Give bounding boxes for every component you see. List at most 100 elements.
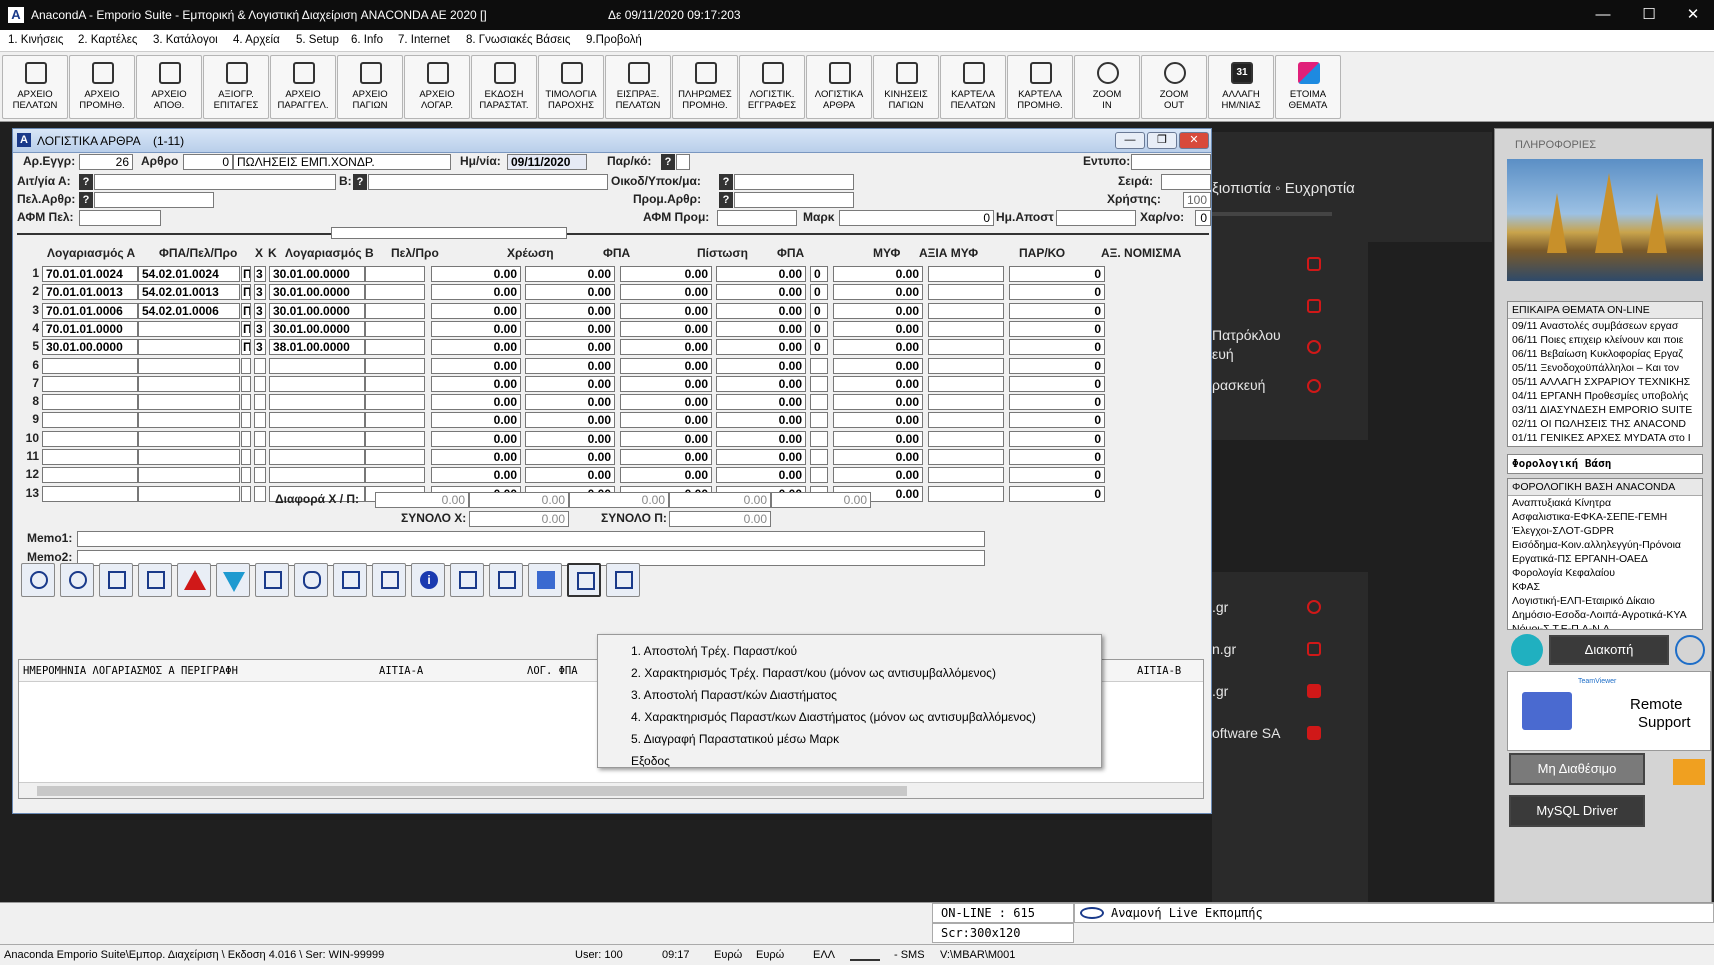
grid-cell-fpa2[interactable]: 0.00: [716, 394, 806, 411]
grid-cell-credit[interactable]: 0.00: [620, 357, 712, 374]
grid-cell-accb[interactable]: [269, 357, 365, 374]
toolbar-button-zoom-out[interactable]: ZOOM OUT: [1141, 55, 1207, 119]
aitia-b-field[interactable]: [368, 174, 608, 190]
grid-cell-fpa2[interactable]: 0.00: [716, 302, 806, 319]
grid-cell-fpa[interactable]: [138, 320, 240, 337]
memo1-field[interactable]: [77, 531, 985, 547]
grid-cell-k[interactable]: [254, 467, 266, 484]
toolbar-button-logistik-eggrafes[interactable]: ΛΟΓΙΣΤΙΚ. ΕΓΓΡΑΦΕΣ: [739, 55, 805, 119]
menu-provoli[interactable]: 9.Προβολή: [586, 34, 642, 46]
menu-setup[interactable]: 5. Setup: [296, 34, 339, 46]
parko-lookup-icon[interactable]: ?: [661, 154, 675, 170]
menu-katalogoi[interactable]: 3. Κατάλογοι: [153, 34, 218, 46]
toolbar-button-timologia-parochis[interactable]: ΤΙΜΟΛΟΓΙΑ ΠΑΡΟΧΗΣ: [538, 55, 604, 119]
grid-cell-fpa2[interactable]: 0.00: [716, 266, 806, 282]
grid-cell-axia[interactable]: 0.00: [833, 449, 923, 465]
grid-cell-credit[interactable]: 0.00: [620, 266, 712, 282]
grid-cell-x[interactable]: [241, 467, 251, 484]
grid-cell-credit[interactable]: 0.00: [620, 449, 712, 465]
grid-cell-pel[interactable]: [365, 302, 425, 319]
parko-field[interactable]: [676, 154, 690, 170]
menu-gnosiakes[interactable]: 8. Γνωσιακές Βάσεις: [466, 34, 570, 46]
grid-cell-fpa2[interactable]: 0.00: [716, 284, 806, 301]
grid-cell-fpa1[interactable]: 0.00: [525, 394, 615, 411]
toolbar-button-kiniseis-pagion[interactable]: ΚΙΝΗΣΕΙΣ ΠΑΓΙΩΝ: [873, 55, 939, 119]
grid-cell-debit[interactable]: 0.00: [431, 339, 521, 356]
grid-cell-k[interactable]: [254, 449, 266, 465]
grid-cell-myf[interactable]: [810, 375, 828, 392]
grid-cell-x[interactable]: Π: [241, 302, 251, 319]
grid-cell-fpa[interactable]: 54.02.01.0013: [138, 284, 240, 301]
mail-icon[interactable]: [1307, 642, 1321, 656]
news-item[interactable]: 09/11 Αναστολές συμβάσεων εργασ: [1508, 319, 1702, 333]
tax-item[interactable]: Δημόσιο-Εσοδα-Λοιπά-Αγροτικά-ΚΥΑ: [1508, 608, 1702, 622]
refresh-icon[interactable]: [1511, 634, 1543, 666]
first-record-button[interactable]: [21, 563, 55, 597]
toolbar-button-arxeio-promith[interactable]: ΑΡΧΕΙΟ ΠΡΟΜΗΘ.: [69, 55, 135, 119]
globe-icon[interactable]: [1675, 635, 1705, 665]
grid-cell-acca[interactable]: 70.01.01.0006: [42, 302, 138, 319]
date-field[interactable]: 09/11/2020: [507, 154, 587, 170]
grid-cell-pel[interactable]: [365, 375, 425, 392]
scrollbar-thumb[interactable]: [37, 786, 907, 796]
grid-cell-k[interactable]: [254, 375, 266, 392]
prom-arthr-field[interactable]: [734, 192, 854, 208]
grid-cell-pel[interactable]: [365, 339, 425, 356]
tax-item[interactable]: Εργατικά-ΠΣ ΕΡΓΑΝΗ-ΟΑΕΔ: [1508, 552, 1702, 566]
im-apost-field[interactable]: [1056, 210, 1136, 226]
mydata-extra-button[interactable]: [606, 563, 640, 597]
tax-item[interactable]: Νόμοι-Σ.Τ.Ε-Π.Δ-Ν.Δ.: [1508, 622, 1702, 629]
grid-cell-axia[interactable]: 0.00: [833, 284, 923, 301]
news-item[interactable]: 02/11 ΟΙ ΠΩΛΗΣΕΙΣ ΤΗΣ ANACOND: [1508, 417, 1702, 431]
grid-cell-debit[interactable]: 0.00: [431, 449, 521, 465]
grid-cell-fpa[interactable]: [138, 430, 240, 447]
search-button[interactable]: [294, 563, 328, 597]
grid-cell-accb[interactable]: [269, 394, 365, 411]
afm-pel-field[interactable]: [79, 210, 161, 226]
popup-item-characterize-range[interactable]: 4. Χαρακτηρισμός Παραστ/κων Διαστήματος …: [631, 710, 1036, 724]
grid-cell-parko[interactable]: [928, 302, 1004, 319]
grid-cell-axia[interactable]: 0.00: [833, 430, 923, 447]
grid-cell-accb[interactable]: 30.01.00.0000: [269, 266, 365, 282]
next-record-button[interactable]: [60, 563, 94, 597]
grid-cell-parko[interactable]: [928, 375, 1004, 392]
grid-cell-x[interactable]: [241, 357, 251, 374]
news-item[interactable]: 04/11 ΕΡΓΑΝΗ Προθεσμίες υποβολής: [1508, 389, 1702, 403]
xristis-field[interactable]: 100: [1183, 192, 1211, 208]
news-item[interactable]: 01/11 ΓΕΝΙΚΕΣ ΑΡΧΕΣ MYDATA στο Ι: [1508, 431, 1702, 445]
live-broadcast-status[interactable]: Αναμονή Live Εκπομπής: [1074, 903, 1714, 923]
grid-cell-parko[interactable]: [928, 284, 1004, 301]
grid-cell-x[interactable]: Π: [241, 284, 251, 301]
news-item[interactable]: 06/11 Ποιες επιχειρ κλείνουν και ποιε: [1508, 333, 1702, 347]
grid-cell-myf[interactable]: [810, 412, 828, 429]
grid-cell-fpa2[interactable]: 0.00: [716, 375, 806, 392]
diakopi-button[interactable]: Διακοπή: [1549, 635, 1669, 665]
toolbar-button-arxeio-pelaton[interactable]: ΑΡΧΕΙΟ ΠΕΛΑΤΩΝ: [2, 55, 68, 119]
grid-cell-debit[interactable]: 0.00: [431, 357, 521, 374]
grid-cell-acca[interactable]: [42, 394, 138, 411]
grid-cell-k[interactable]: [254, 412, 266, 429]
grid-cell-fpa1[interactable]: 0.00: [525, 430, 615, 447]
grid-cell-pel[interactable]: [365, 449, 425, 465]
grid-cell-acca[interactable]: 30.01.00.0000: [42, 339, 138, 356]
grid-cell-fpa1[interactable]: 0.00: [525, 266, 615, 282]
grid-cell-debit[interactable]: 0.00: [431, 430, 521, 447]
grid-cell-credit[interactable]: 0.00: [620, 375, 712, 392]
grid-cell-axia[interactable]: 0.00: [833, 467, 923, 484]
news-item[interactable]: 05/11 ΑΛΛΑΓΗ ΣΧΡΑΡΙΟΥ ΤΕΧΝΙΚΗΣ: [1508, 375, 1702, 389]
grid-cell-debit[interactable]: 0.00: [431, 467, 521, 484]
grid-cell-debit[interactable]: 0.00: [431, 266, 521, 282]
aitia-a-lookup-icon[interactable]: ?: [79, 174, 93, 190]
grid-cell-fpa1[interactable]: 0.00: [525, 412, 615, 429]
mydata-button[interactable]: [567, 563, 601, 597]
grid-cell-x[interactable]: [241, 430, 251, 447]
grid-cell-x[interactable]: [241, 394, 251, 411]
toolbar-button-etoima-themata[interactable]: ΕΤΟΙΜΑ ΘΕΜΑΤΑ: [1275, 55, 1341, 119]
grid-cell-fpa2[interactable]: 0.00: [716, 412, 806, 429]
grid-cell-credit[interactable]: 0.00: [620, 284, 712, 301]
grid-cell-credit[interactable]: 0.00: [620, 412, 712, 429]
toolbar-button-arxeio-apoth[interactable]: ΑΡΧΕΙΟ ΑΠΟΘ.: [136, 55, 202, 119]
grid-cell-parko[interactable]: [928, 339, 1004, 356]
toolbar-button-allagi-imnias[interactable]: 31 ΑΛΛΑΓΗ ΗΜ/ΝΙΑΣ: [1208, 55, 1274, 119]
popup-item-characterize-current[interactable]: 2. Χαρακτηρισμός Τρέχ. Παραστ/κου (μόνον…: [631, 666, 996, 680]
